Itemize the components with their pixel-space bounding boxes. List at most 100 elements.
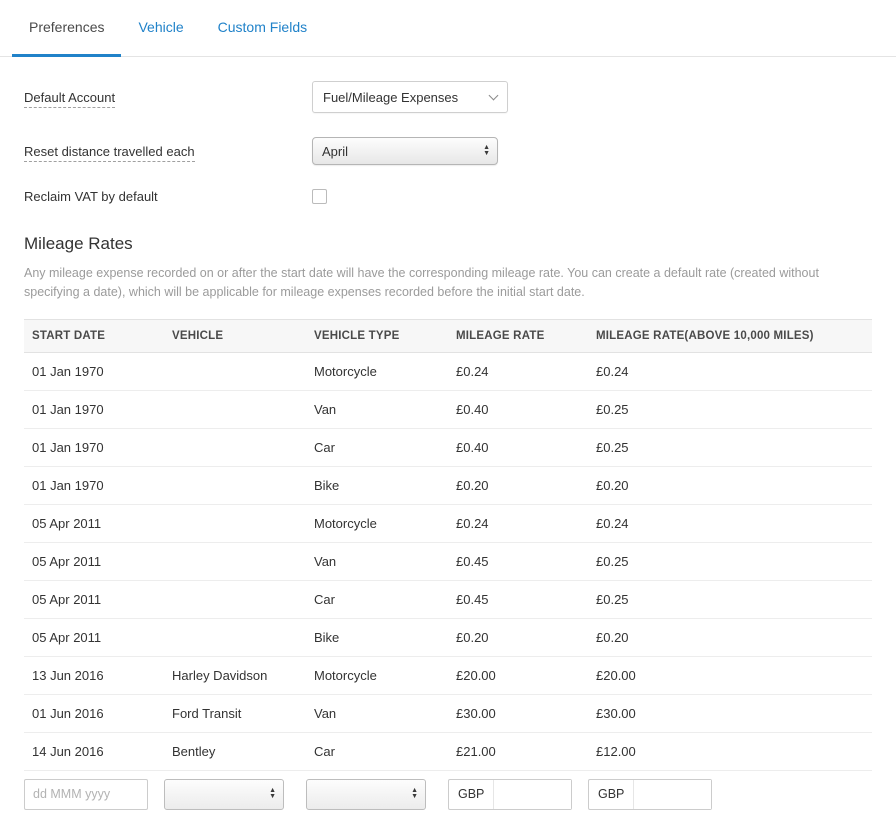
table-row[interactable]: 05 Apr 2011 Bike £0.20 £0.20 [24,618,872,656]
col-header-vehicle: VEHICLE [164,319,306,352]
table-row[interactable]: 05 Apr 2011 Car £0.45 £0.25 [24,580,872,618]
cell-mileage-rate: £0.45 [448,542,588,580]
reset-distance-label: Reset distance travelled each [24,144,312,159]
cell-mileage-rate-above: £20.00 [588,656,872,694]
cell-vehicle-type: Car [306,732,448,770]
cell-start-date: 05 Apr 2011 [24,580,164,618]
vehicle-type-select[interactable]: ▲▼ [306,779,426,810]
col-header-start-date: START DATE [24,319,164,352]
cell-start-date: 14 Jun 2016 [24,732,164,770]
cell-mileage-rate-above: £0.25 [588,390,872,428]
default-account-row: Default Account Fuel/Mileage Expenses [24,81,872,113]
cell-start-date: 01 Jun 2016 [24,694,164,732]
cell-mileage-rate-above: £0.25 [588,580,872,618]
cell-vehicle-type: Van [306,542,448,580]
table-row[interactable]: 01 Jun 2016 Ford Transit Van £30.00 £30.… [24,694,872,732]
table-row[interactable]: 05 Apr 2011 Motorcycle £0.24 £0.24 [24,504,872,542]
cell-vehicle-type: Bike [306,466,448,504]
table-row[interactable]: 01 Jan 1970 Van £0.40 £0.25 [24,390,872,428]
cell-vehicle-type: Motorcycle [306,656,448,694]
cell-mileage-rate: £21.00 [448,732,588,770]
cell-vehicle-type: Van [306,390,448,428]
cell-vehicle-type: Motorcycle [306,352,448,390]
cell-vehicle [164,428,306,466]
default-account-label: Default Account [24,90,312,105]
cell-mileage-rate: £0.24 [448,504,588,542]
default-account-select[interactable]: Fuel/Mileage Expenses [312,81,508,113]
cell-mileage-rate-above: £0.25 [588,542,872,580]
cell-start-date: 01 Jan 1970 [24,466,164,504]
reset-distance-value: April [322,144,348,159]
cell-mileage-rate-above: £30.00 [588,694,872,732]
cell-mileage-rate-above: £0.24 [588,352,872,390]
tab-bar: Preferences Vehicle Custom Fields [0,0,896,57]
preferences-form: Default Account Fuel/Mileage Expenses Re… [0,57,896,228]
mileage-rate-input[interactable] [493,780,571,809]
mileage-rate-above-input-group: GBP [588,779,712,810]
tab-vehicle[interactable]: Vehicle [121,0,200,57]
cell-vehicle: Harley Davidson [164,656,306,694]
cell-vehicle-type: Motorcycle [306,504,448,542]
table-row[interactable]: 01 Jan 1970 Motorcycle £0.24 £0.24 [24,352,872,390]
cell-mileage-rate: £0.20 [448,618,588,656]
mileage-table-head: START DATE VEHICLE VEHICLE TYPE MILEAGE … [24,319,872,352]
mileage-rates-title: Mileage Rates [24,234,872,254]
cell-mileage-rate: £0.45 [448,580,588,618]
reclaim-vat-label: Reclaim VAT by default [24,189,312,204]
table-row[interactable]: 13 Jun 2016 Harley Davidson Motorcycle £… [24,656,872,694]
cell-vehicle: Bentley [164,732,306,770]
cell-mileage-rate: £0.40 [448,428,588,466]
stepper-arrows-icon: ▲▼ [269,788,276,800]
reclaim-vat-row: Reclaim VAT by default [24,189,872,204]
cell-vehicle [164,542,306,580]
default-account-value: Fuel/Mileage Expenses [323,90,458,105]
tab-preferences[interactable]: Preferences [12,0,121,57]
cell-vehicle: Ford Transit [164,694,306,732]
cell-mileage-rate: £0.40 [448,390,588,428]
reset-distance-select[interactable]: April ▲▼ [312,137,498,165]
chevron-down-icon [489,90,499,100]
mileage-rates-description: Any mileage expense recorded on or after… [24,264,872,303]
cell-start-date: 05 Apr 2011 [24,542,164,580]
cell-mileage-rate-above: £0.25 [588,428,872,466]
cell-mileage-rate: £0.20 [448,466,588,504]
cell-mileage-rate-above: £0.20 [588,466,872,504]
reset-distance-row: Reset distance travelled each April ▲▼ [24,137,872,165]
reclaim-vat-checkbox[interactable] [312,189,327,204]
cell-start-date: 05 Apr 2011 [24,618,164,656]
table-row[interactable]: 14 Jun 2016 Bentley Car £21.00 £12.00 [24,732,872,770]
cell-vehicle [164,390,306,428]
vehicle-select[interactable]: ▲▼ [164,779,284,810]
new-rate-row: ▲▼ ▲▼ GBP GBP [24,779,872,824]
col-header-mileage-rate-above: MILEAGE RATE(ABOVE 10,000 MILES) [588,319,872,352]
cell-vehicle [164,352,306,390]
cell-mileage-rate: £0.24 [448,352,588,390]
col-header-mileage-rate: MILEAGE RATE [448,319,588,352]
table-row[interactable]: 01 Jan 1970 Car £0.40 £0.25 [24,428,872,466]
cell-vehicle [164,618,306,656]
col-header-vehicle-type: VEHICLE TYPE [306,319,448,352]
cell-vehicle-type: Van [306,694,448,732]
cell-vehicle-type: Bike [306,618,448,656]
stepper-arrows-icon: ▲▼ [411,788,418,800]
stepper-arrows-icon: ▲▼ [483,145,490,157]
cell-mileage-rate: £20.00 [448,656,588,694]
table-row[interactable]: 05 Apr 2011 Van £0.45 £0.25 [24,542,872,580]
table-row[interactable]: 01 Jan 1970 Bike £0.20 £0.20 [24,466,872,504]
cell-start-date: 01 Jan 1970 [24,352,164,390]
cell-vehicle-type: Car [306,580,448,618]
mileage-rates-table: START DATE VEHICLE VEHICLE TYPE MILEAGE … [24,319,872,771]
cell-start-date: 05 Apr 2011 [24,504,164,542]
cell-start-date: 13 Jun 2016 [24,656,164,694]
cell-start-date: 01 Jan 1970 [24,390,164,428]
currency-label: GBP [589,787,633,801]
cell-vehicle-type: Car [306,428,448,466]
start-date-input[interactable] [24,779,148,810]
mileage-table-body: 01 Jan 1970 Motorcycle £0.24 £0.24 01 Ja… [24,352,872,770]
tab-custom-fields[interactable]: Custom Fields [201,0,324,57]
cell-vehicle [164,580,306,618]
cell-vehicle [164,466,306,504]
cell-mileage-rate-above: £0.24 [588,504,872,542]
mileage-rate-above-input[interactable] [633,780,711,809]
cell-start-date: 01 Jan 1970 [24,428,164,466]
